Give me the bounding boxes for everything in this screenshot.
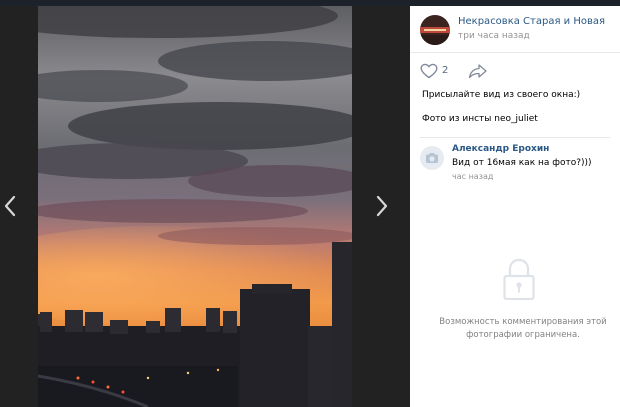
- divider: [420, 137, 610, 138]
- chevron-right-icon: [376, 195, 388, 217]
- comment-author-link[interactable]: Александр Ерохин: [452, 144, 549, 154]
- post-text-line-2: Фото из инсты neo_juliet: [422, 114, 538, 124]
- comment-text: Вид от 16мая как на фото?))): [452, 158, 592, 168]
- photo-viewer: [0, 6, 410, 407]
- share-arrow-icon: [468, 64, 487, 79]
- post-actions: 2: [420, 63, 600, 81]
- lock-icon: [503, 258, 535, 304]
- post-text-line-1: Присылайте вид из своего окна:): [422, 90, 581, 100]
- group-avatar[interactable]: [420, 15, 450, 45]
- heart-icon: [420, 63, 438, 79]
- post-header: Некрасовка Старая и Новая три часа назад: [410, 6, 620, 53]
- info-panel: Некрасовка Старая и Новая три часа назад…: [410, 6, 620, 407]
- next-photo-button[interactable]: [370, 184, 394, 228]
- prev-photo-button[interactable]: [0, 184, 24, 228]
- group-name-link[interactable]: Некрасовка Старая и Новая: [458, 16, 605, 27]
- camera-icon: [426, 153, 438, 163]
- like-count: 2: [442, 65, 449, 76]
- photo[interactable]: [38, 6, 352, 407]
- share-button[interactable]: [468, 63, 488, 83]
- restricted-line-2: фотографии ограничена.: [466, 330, 580, 340]
- comment-time[interactable]: час назад: [452, 172, 493, 181]
- like-button[interactable]: [420, 63, 438, 83]
- comments-restricted-message: Возможность комментирования этой фотогра…: [430, 316, 616, 342]
- restricted-line-1: Возможность комментирования этой: [439, 317, 607, 327]
- chevron-left-icon: [4, 195, 16, 217]
- post-time[interactable]: три часа назад: [458, 31, 530, 41]
- commenter-avatar[interactable]: [420, 146, 444, 170]
